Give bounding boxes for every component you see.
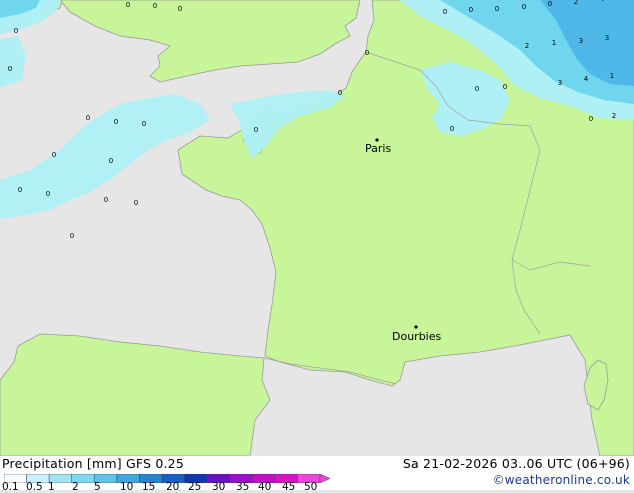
precip-value-label: 2 [574, 0, 578, 6]
precipitation-map: Paris Dourbies 0 0 0 0 0 0 0 0 0 0 0 0 0 0 0 0 0 0 0 0 0 0 0 0 0… [0, 0, 634, 456]
precip-value-label: 0 [254, 126, 258, 134]
precip-value-label: 3 [558, 79, 562, 87]
precip-value-label: 0 [589, 115, 593, 123]
precip-value-label: 3 [579, 37, 583, 45]
precip-value-label: 0 [443, 8, 447, 16]
colorbar-tick-label: 5 [94, 481, 101, 493]
colorbar-overflow-arrow [319, 474, 330, 483]
colorbar-tick-label: 0.1 [2, 481, 19, 493]
precip-value-label: 1 [552, 39, 556, 47]
forecast-datetime: Sa 21-02-2026 03..06 UTC (06+96) [402, 456, 630, 471]
precip-value-label: 0 [134, 199, 138, 207]
colorbar-tick-label: 30 [212, 481, 226, 493]
precip-value-label: 0 [178, 5, 182, 13]
weather-map-figure: Paris Dourbies 0 0 0 0 0 0 0 0 0 0 0 0 0 0 0 0 0 0 0 0 0 0 0 0 0… [0, 0, 634, 493]
precip-value-label: 0 [365, 49, 369, 57]
precip-value-label: 0 [522, 3, 526, 11]
precip-value-label: 0 [86, 114, 90, 122]
credit-link[interactable]: ©weatheronline.co.uk [493, 473, 630, 487]
map-footer: Precipitation [mm] GFS 0.25 Sa 21-02-202… [0, 456, 634, 493]
colorbar-tick-label: 15 [142, 481, 156, 493]
precip-value-label: 3 [605, 34, 609, 42]
precip-value-label: 0 [46, 190, 50, 198]
precip-value-label: 4 [584, 75, 589, 83]
precip-value-label: 0 [495, 5, 499, 13]
precip-value-label: 1 [610, 72, 614, 80]
colorbar-tick-label: 2 [72, 481, 79, 493]
colorbar-tick-label: 10 [120, 481, 134, 493]
precip-value-label: 0 [503, 83, 507, 91]
precip-value-label: 0 [114, 118, 118, 126]
colorbar-tick-label: 50 [304, 481, 318, 493]
precip-value-label: 0 [338, 89, 342, 97]
colorbar-tick-label: 40 [258, 481, 272, 493]
colorbar-tick-label: 1 [48, 481, 55, 493]
precip-value-label: 0 [18, 186, 22, 194]
precip-value-label: 0 [109, 157, 113, 165]
precip-value-label: 0 [14, 27, 18, 35]
precip-value-label: 2 [525, 42, 529, 50]
precip-value-label: 0 [153, 2, 157, 10]
map-title: Precipitation [mm] GFS 0.25 [2, 456, 184, 471]
city-label-dourbies: Dourbies [392, 330, 442, 343]
precip-value-label: 0 [475, 85, 479, 93]
colorbar-tick-label: 35 [236, 481, 250, 493]
precip-value-label: 4 [600, 0, 605, 3]
colorbar-tick-label: 0.5 [26, 481, 43, 493]
precip-value-label: 2 [612, 112, 616, 120]
colorbar-tick-label: 20 [166, 481, 180, 493]
city-label-paris: Paris [365, 142, 391, 155]
precip-value-label: 0 [142, 120, 146, 128]
precip-value-label: 0 [450, 125, 454, 133]
colorbar-tick-label: 45 [282, 481, 296, 493]
colorbar-tick-label: 25 [188, 481, 202, 493]
precip-value-label: 0 [469, 6, 473, 14]
precip-value-label: 0 [104, 196, 108, 204]
precip-value-label: 0 [548, 0, 552, 8]
precip-value-label: 0 [126, 1, 130, 9]
precip-value-label: 0 [8, 65, 12, 73]
precip-value-label: 0 [70, 232, 74, 240]
precip-value-label: 0 [52, 151, 56, 159]
